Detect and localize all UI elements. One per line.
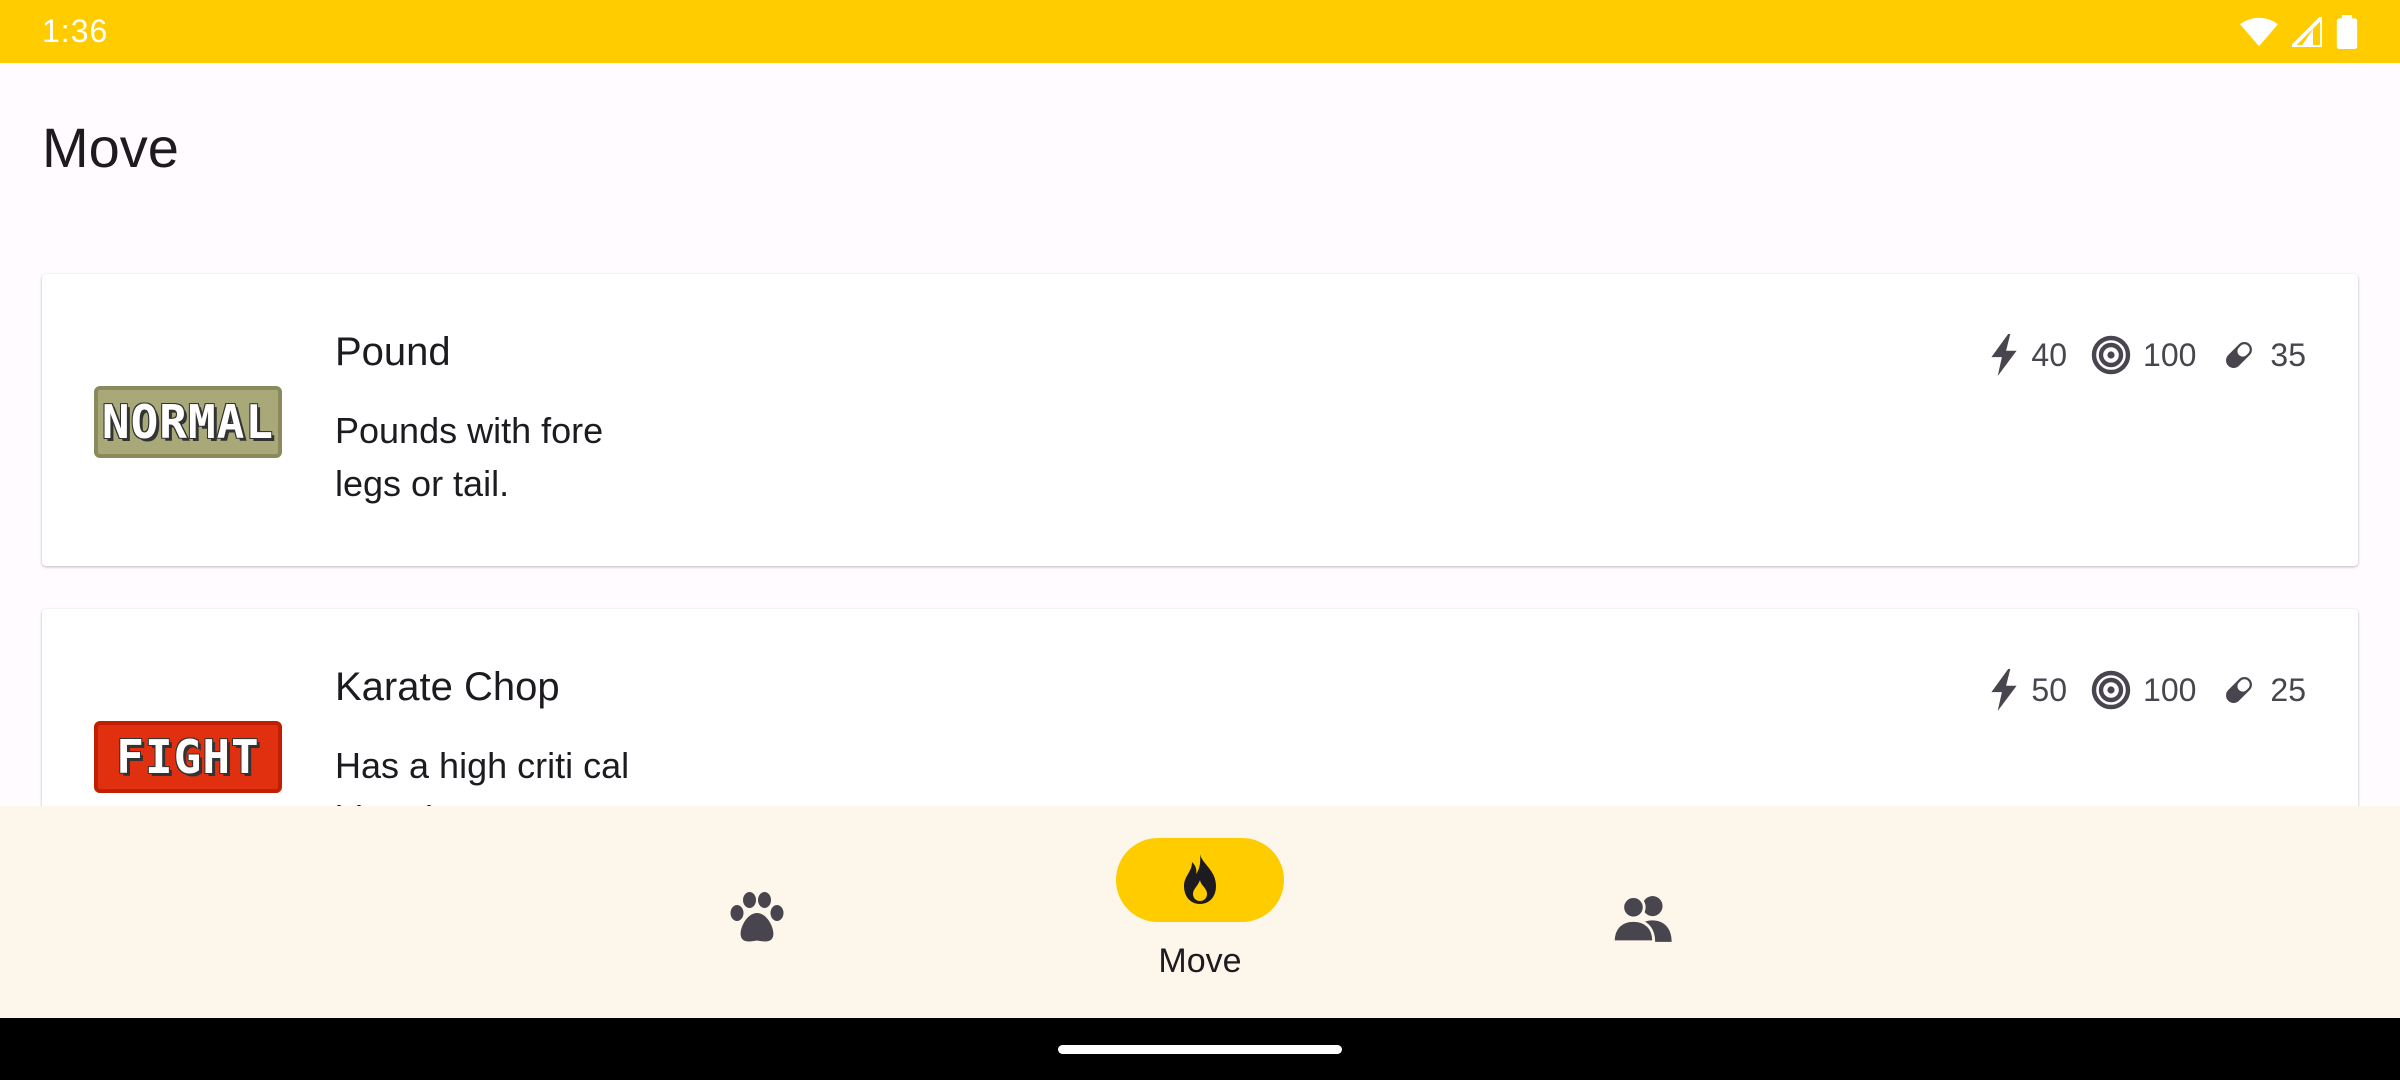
paw-icon — [725, 886, 789, 950]
status-time: 1:36 — [42, 13, 109, 49]
nav-item-pokemon[interactable] — [637, 806, 877, 1018]
pp-value: 35 — [2270, 336, 2306, 373]
pp-value: 25 — [2270, 671, 2306, 708]
type-badge-normal: NORMAL — [94, 386, 282, 458]
bottom-navigation: Move — [0, 806, 2400, 1018]
move-stats: 40 100 35 — [1989, 334, 2306, 376]
move-description: Pounds with fore legs or tail. — [335, 410, 604, 504]
accuracy-stat: 100 — [2091, 670, 2196, 710]
lightning-bolt-icon — [1991, 334, 2018, 376]
move-stats: 50 100 25 — [1989, 669, 2306, 711]
move-card-pound[interactable]: NORMAL Pound Pounds with fore legs or ta… — [42, 274, 2358, 566]
move-name: Pound — [335, 330, 451, 374]
page-title: Move — [42, 116, 179, 179]
nav-item-team[interactable] — [1523, 806, 1763, 1018]
nav-item-move[interactable]: Move — [1080, 806, 1320, 1018]
system-gesture-bar — [0, 1018, 2400, 1080]
cell-signal-icon — [2292, 16, 2322, 47]
nav-label-move: Move — [1158, 942, 1242, 980]
pp-stat: 25 — [2220, 671, 2306, 709]
flame-icon — [1184, 854, 1216, 904]
accuracy-stat: 100 — [2091, 335, 2196, 375]
home-gesture-handle[interactable] — [1058, 1045, 1342, 1054]
lightning-bolt-icon — [1991, 669, 2018, 711]
power-stat: 40 — [1989, 334, 2067, 376]
battery-icon — [2336, 14, 2358, 49]
move-description: Has a high criti cal hit ratio. — [335, 745, 630, 806]
power-value: 50 — [2031, 671, 2068, 708]
pp-stat: 35 — [2220, 336, 2306, 374]
moves-list[interactable]: NORMAL Pound Pounds with fore legs or ta… — [0, 240, 2400, 806]
accuracy-value: 100 — [2143, 336, 2197, 373]
type-badge-fight: FIGHT — [94, 721, 282, 793]
group-icon — [1611, 886, 1675, 950]
power-value: 40 — [2031, 336, 2068, 373]
move-card-karate-chop[interactable]: FIGHT Karate Chop Has a high criti cal h… — [42, 609, 2358, 806]
pill-icon — [2226, 342, 2253, 368]
pill-icon — [2226, 677, 2253, 703]
move-name: Karate Chop — [335, 665, 560, 709]
status-icons — [2240, 14, 2358, 49]
target-icon — [2091, 335, 2131, 375]
accuracy-value: 100 — [2143, 671, 2197, 708]
wifi-icon — [2240, 17, 2278, 46]
power-stat: 50 — [1989, 669, 2067, 711]
target-icon — [2091, 670, 2131, 710]
nav-active-indicator — [1116, 838, 1284, 922]
status-bar: 1:36 — [0, 0, 2400, 63]
